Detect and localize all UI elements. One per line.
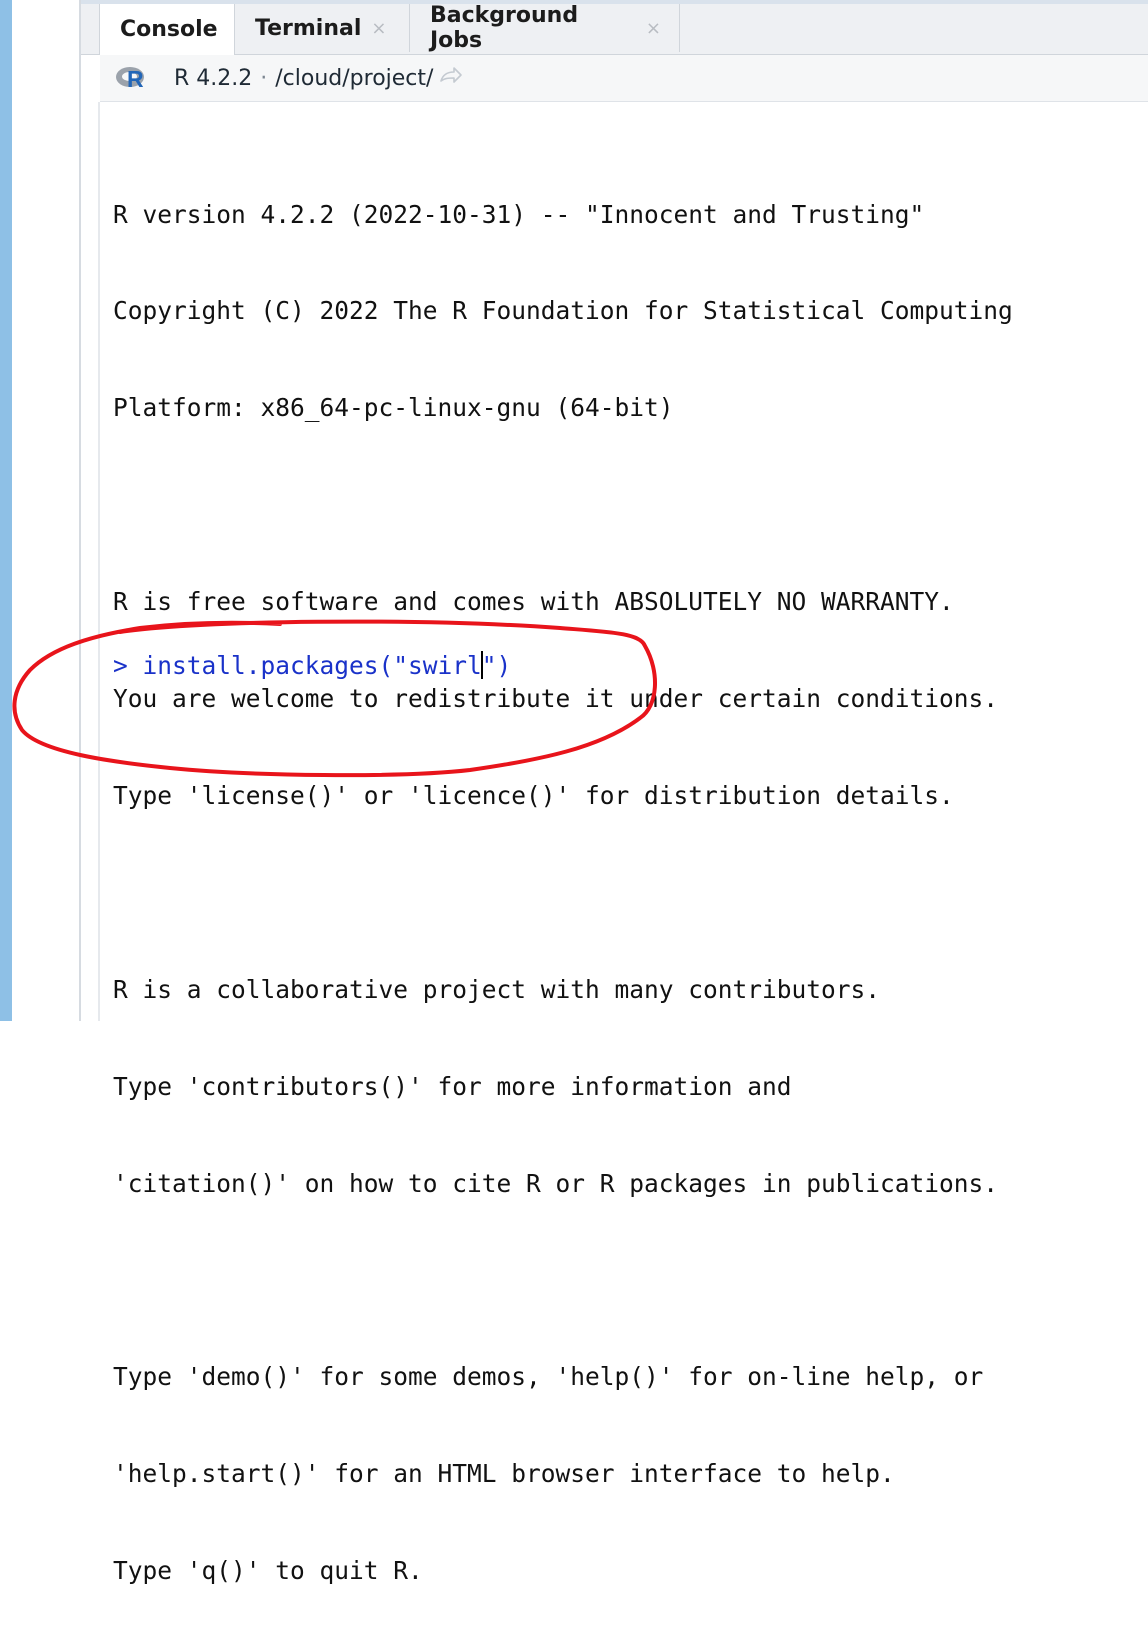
r-logo-icon: R (116, 65, 150, 92)
desktop-background-strip (0, 0, 12, 1021)
tab-console[interactable]: Console (99, 4, 235, 55)
r-logo-letter: R (127, 66, 144, 92)
console-line: Type 'q()' to quit R. (113, 1556, 423, 1586)
left-gutter (12, 0, 79, 1021)
r-version-label: R 4.2.2 (174, 65, 253, 91)
tab-terminal[interactable]: Terminal × (235, 4, 410, 52)
console-line: R is free software and comes with ABSOLU… (113, 587, 954, 617)
console-input-text[interactable]: install.packages("swirl (143, 651, 482, 680)
console-line: Copyright (C) 2022 The R Foundation for … (113, 296, 1013, 326)
console-line: Type 'demo()' for some demos, 'help()' f… (113, 1362, 984, 1392)
console-line: R is a collaborative project with many c… (113, 974, 881, 1004)
tab-background-jobs-label: Background Jobs (430, 3, 579, 53)
console-line: 'help.start()' for an HTML browser inter… (113, 1459, 895, 1489)
path-separator: · (260, 65, 268, 91)
tab-background-jobs[interactable]: Background Jobs × (410, 3, 680, 53)
console-output[interactable]: R version 4.2.2 (2022-10-31) -- "Innocen… (113, 134, 1143, 1652)
console-header-bar: R R 4.2.2 · /cloud/project/ (100, 55, 1148, 102)
console-input-line[interactable]: > install.packages("swirl") (113, 650, 511, 682)
arrow-right-icon-svg (440, 67, 463, 83)
console-line: 'citation()' on how to cite R or R packa… (113, 1168, 999, 1198)
console-prompt: > (113, 651, 128, 680)
working-directory-path[interactable]: /cloud/project/ (275, 66, 433, 91)
tab-terminal-close-icon[interactable]: × (371, 18, 386, 39)
console-line: Platform: x86_64-pc-linux-gnu (64-bit) (113, 393, 674, 423)
console-line: R version 4.2.2 (2022-10-31) -- "Innocen… (113, 199, 925, 229)
console-line: You are welcome to redistribute it under… (113, 684, 999, 714)
tab-console-label: Console (120, 17, 218, 42)
console-input-text-after-cursor[interactable]: ") (482, 651, 512, 680)
tab-terminal-label: Terminal (255, 15, 362, 41)
tab-background-jobs-close-icon[interactable]: × (646, 18, 661, 39)
console-line: Type 'contributors()' for more informati… (113, 1071, 792, 1101)
arrow-right-icon[interactable] (439, 65, 463, 91)
console-left-border (98, 102, 100, 1021)
console-line: Type 'license()' or 'licence()' for dist… (113, 780, 954, 810)
console-pane: Console Terminal × Background Jobs × R R… (81, 0, 1148, 1585)
